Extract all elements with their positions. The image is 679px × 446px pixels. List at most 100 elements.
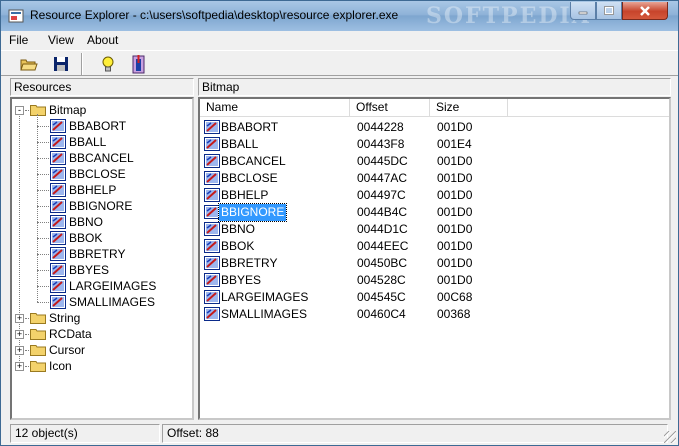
tree-connector [37, 302, 49, 303]
tree-node-icon[interactable]: + Icon [12, 358, 192, 374]
window-title: Resource Explorer - c:\users\softpedia\d… [30, 8, 399, 22]
tree-item-label: Cursor [49, 343, 86, 357]
cell-size: 001D0 [437, 222, 473, 236]
tree-connector [37, 190, 49, 191]
cell-size: 001D0 [437, 256, 473, 270]
column-size[interactable]: Size [430, 99, 508, 117]
table-row[interactable]: BBYES 004528C 001D0 [200, 272, 669, 289]
expand-icon[interactable]: + [15, 346, 24, 355]
bitmap-icon [50, 247, 66, 261]
menu-bar: File View About [1, 31, 678, 50]
tree-item-label: String [49, 311, 81, 325]
table-row[interactable]: BBIGNORE 0044B4C 001D0 [200, 203, 669, 222]
cell-name: BBABORT [221, 120, 279, 134]
about-button[interactable] [96, 53, 120, 75]
tree-item-bbcancel[interactable]: BBCANCEL [12, 150, 192, 166]
cell-offset: 0044B4C [357, 205, 408, 219]
tree-item-bbabort[interactable]: BBABORT [12, 118, 192, 134]
save-disk-icon [54, 57, 68, 71]
watermark: SOFTPEDIA [426, 3, 591, 29]
table-row[interactable]: BBNO 0044D1C 001D0 [200, 221, 669, 238]
table-row[interactable]: BBABORT 0044228 001D0 [200, 119, 669, 136]
bitmap-icon [50, 231, 66, 245]
bitmap-icon [204, 239, 220, 253]
table-row[interactable]: BBCANCEL 00445DC 001D0 [200, 153, 669, 170]
tree-item-label: RCData [49, 327, 92, 341]
cell-size: 001D0 [437, 188, 473, 202]
tree-connector [25, 334, 29, 335]
expand-icon[interactable]: + [15, 362, 24, 371]
table-row[interactable]: SMALLIMAGES 00460C4 00368 [200, 306, 669, 323]
tree-connector [37, 270, 49, 271]
cell-size: 001D0 [437, 239, 473, 253]
table-row[interactable]: BBRETRY 00450BC 001D0 [200, 255, 669, 272]
resource-list[interactable]: Name Offset Size BBABORT 0044228 001D0 BBAL… [198, 97, 671, 420]
resource-tree[interactable]: - Bitmap BBABORT BBALL BBCANCEL BBCLOSE BBHELP… [10, 97, 194, 420]
cell-offset: 00443F8 [357, 137, 405, 151]
tree-item-largeimages[interactable]: LARGEIMAGES [12, 278, 192, 294]
tree-item-bbretry[interactable]: BBRETRY [12, 246, 192, 262]
bitmap-icon [50, 263, 66, 277]
menu-about[interactable]: About [87, 33, 118, 47]
tree-connector [37, 126, 49, 127]
tree-node-bitmap[interactable]: - Bitmap [12, 102, 192, 118]
cell-name: SMALLIMAGES [221, 307, 308, 321]
exit-button[interactable] [127, 53, 151, 75]
expand-icon[interactable]: + [15, 314, 24, 323]
tree-node-string[interactable]: + String [12, 310, 192, 326]
tree-item-bbignore[interactable]: BBIGNORE [12, 198, 192, 214]
folder-icon [30, 344, 46, 356]
resize-grip[interactable] [664, 431, 676, 443]
column-filler [508, 99, 669, 117]
table-row[interactable]: LARGEIMAGES 004545C 00C68 [200, 289, 669, 306]
save-button[interactable] [49, 53, 73, 75]
bitmap-icon [204, 154, 220, 168]
tree-item-bbyes[interactable]: BBYES [12, 262, 192, 278]
minimize-button[interactable] [570, 2, 596, 20]
open-button[interactable] [17, 53, 41, 75]
bitmap-icon [50, 151, 66, 165]
tree-item-label: BBRETRY [69, 247, 126, 261]
bitmap-icon [50, 135, 66, 149]
bitmap-icon [50, 279, 66, 293]
title-bar[interactable]: Resource Explorer - c:\users\softpedia\d… [1, 1, 678, 31]
column-name[interactable]: Name [200, 99, 350, 117]
tree-item-bbok[interactable]: BBOK [12, 230, 192, 246]
cell-size: 001D0 [437, 171, 473, 185]
tree-item-label: BBIGNORE [69, 199, 133, 213]
tree-connector [37, 286, 49, 287]
tree-item-label: BBYES [69, 263, 110, 277]
tree-item-label: SMALLIMAGES [69, 295, 156, 309]
tree-item-bball[interactable]: BBALL [12, 134, 192, 150]
bitmap-icon [204, 290, 220, 304]
tree-node-cursor[interactable]: + Cursor [12, 342, 192, 358]
expand-icon[interactable]: + [15, 330, 24, 339]
cell-name: BBCLOSE [221, 171, 278, 185]
close-button[interactable] [622, 2, 668, 20]
table-row[interactable]: BBHELP 004497C 001D0 [200, 187, 669, 204]
cell-offset: 00450BC [357, 256, 408, 270]
menu-file[interactable]: File [9, 33, 28, 47]
collapse-icon[interactable]: - [15, 106, 24, 115]
tree-item-bbclose[interactable]: BBCLOSE [12, 166, 192, 182]
tree-node-rcdata[interactable]: + RCData [12, 326, 192, 342]
cell-offset: 00460C4 [357, 307, 406, 321]
table-row[interactable]: BBOK 0044EEC 001D0 [200, 238, 669, 255]
tree-item-label: BBHELP [69, 183, 117, 197]
bitmap-header: Bitmap [198, 78, 671, 96]
tree-item-label: BBNO [69, 215, 104, 229]
toolbar [1, 50, 678, 76]
bitmap-icon [204, 205, 220, 219]
table-row[interactable]: BBALL 00443F8 001E4 [200, 136, 669, 153]
cell-size: 001E4 [437, 137, 472, 151]
maximize-button[interactable] [596, 2, 622, 20]
tree-item-smallimages[interactable]: SMALLIMAGES [12, 294, 192, 310]
column-offset[interactable]: Offset [350, 99, 430, 117]
bitmap-icon [50, 183, 66, 197]
cell-name: BBIGNORE [217, 203, 288, 222]
tree-item-bbno[interactable]: BBNO [12, 214, 192, 230]
menu-view[interactable]: View [48, 33, 74, 47]
tree-item-bbhelp[interactable]: BBHELP [12, 182, 192, 198]
folder-icon [30, 104, 46, 116]
table-row[interactable]: BBCLOSE 00447AC 001D0 [200, 170, 669, 187]
